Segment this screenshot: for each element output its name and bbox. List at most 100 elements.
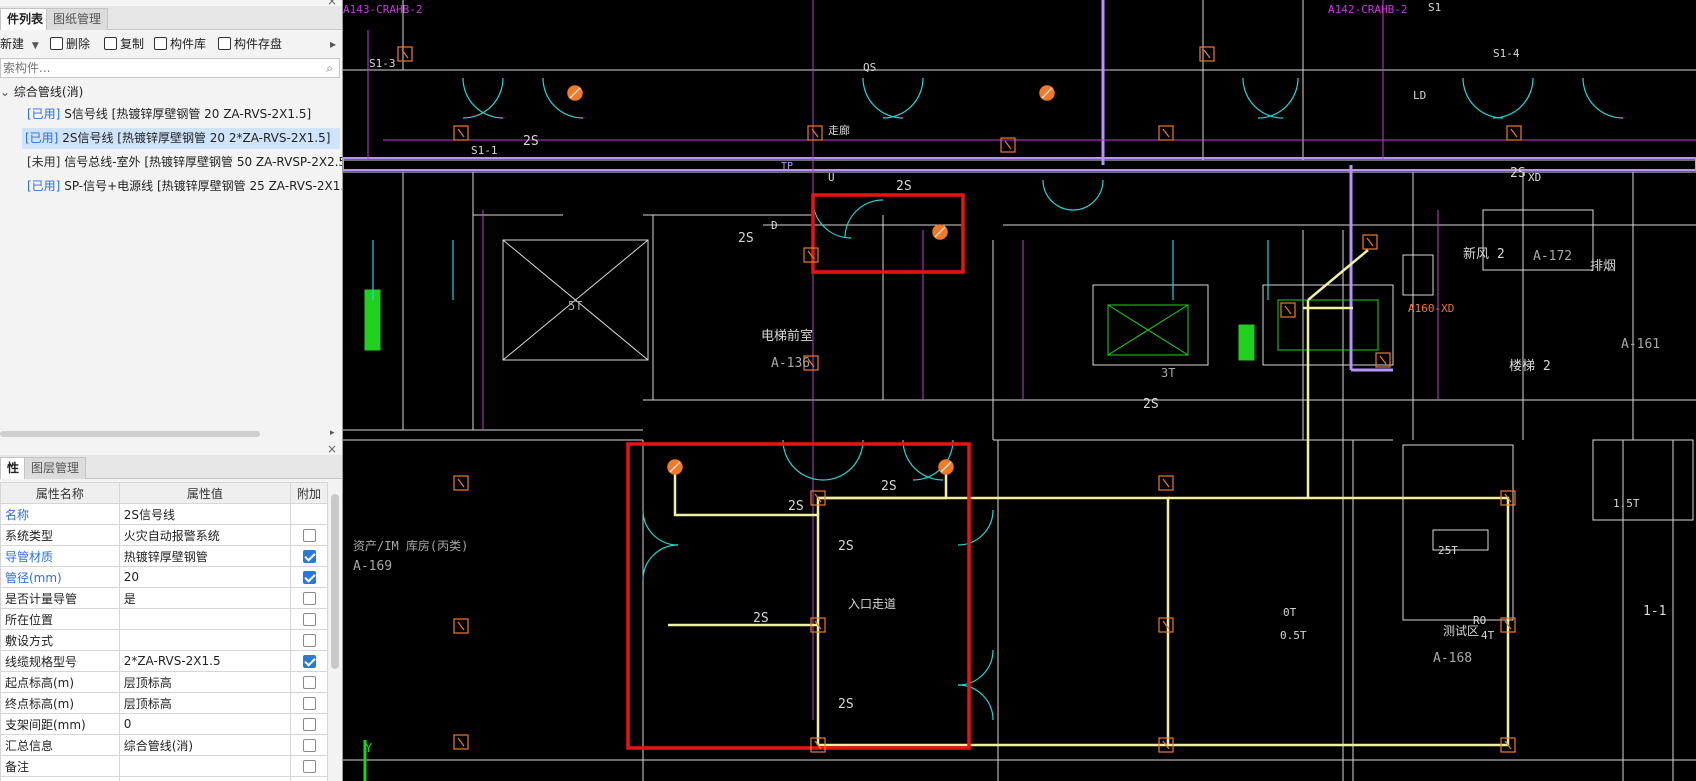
property-value[interactable]: 火灾自动报警系统 bbox=[118, 524, 292, 546]
property-value[interactable]: 层顶标高 bbox=[118, 692, 292, 714]
cad-label: 25T bbox=[1438, 544, 1458, 557]
attach-checkbox[interactable] bbox=[302, 718, 316, 731]
property-value[interactable]: 0 bbox=[118, 713, 292, 735]
attach-checkbox[interactable] bbox=[302, 571, 316, 584]
more-icon[interactable]: ▸ bbox=[330, 34, 336, 54]
highlight-box bbox=[626, 442, 971, 750]
new-button[interactable]: 新建 ▼ bbox=[0, 34, 39, 54]
attach-cell bbox=[290, 713, 328, 735]
property-table: 属性名称 属性值 附加 名称 2S信号线 系统类型 火灾自动报警系统 导管材质 热镀锌厚壁… bbox=[0, 482, 328, 781]
property-row[interactable]: 支架间距(mm) 0 bbox=[0, 713, 328, 735]
cad-drawing[interactable] bbox=[343, 0, 1696, 781]
cad-label: 新风 2 bbox=[1463, 247, 1505, 262]
attach-checkbox[interactable] bbox=[302, 613, 316, 626]
cad-label: A-168 bbox=[1433, 651, 1473, 666]
door-arc bbox=[902, 439, 944, 481]
component-save-button[interactable]: 构件存盘 bbox=[218, 34, 282, 54]
property-value[interactable]: 20 bbox=[118, 566, 292, 588]
tab-component-list[interactable]: 件列表 bbox=[0, 8, 51, 30]
property-value[interactable] bbox=[118, 608, 292, 630]
cad-label: 入口走道 bbox=[848, 597, 897, 611]
property-value[interactable]: 2S信号线 bbox=[118, 503, 292, 525]
property-row[interactable]: 计算 bbox=[0, 776, 328, 781]
close-icon[interactable]: × bbox=[326, 0, 338, 7]
cad-label: XD bbox=[1528, 171, 1542, 184]
pipe-run-yellow bbox=[1307, 249, 1369, 301]
cad-label-2s: 2S bbox=[1510, 166, 1526, 181]
dropdown-arrow-icon[interactable]: ▼ bbox=[32, 41, 39, 51]
cad-drawing-canvas[interactable]: A143-CRAHB-2 A142-CRAHB-2 S1-3 S1-1 S1-4 S1 QS… bbox=[343, 0, 1696, 781]
attach-checkbox[interactable] bbox=[302, 697, 316, 710]
vertical-scrollbar[interactable] bbox=[331, 494, 339, 669]
attach-checkbox[interactable] bbox=[302, 634, 316, 647]
tab-layer-management[interactable]: 图层管理 bbox=[24, 457, 87, 479]
property-row[interactable]: 所在位置 bbox=[0, 608, 328, 630]
attach-cell bbox=[290, 671, 328, 693]
smoke-detector-icon bbox=[457, 478, 465, 488]
attach-checkbox[interactable] bbox=[302, 655, 316, 668]
delete-button[interactable]: 删除 bbox=[50, 34, 90, 54]
property-row[interactable]: 起点标高(m) 层顶标高 bbox=[0, 671, 328, 693]
smoke-detector-icon bbox=[1162, 478, 1170, 488]
cad-label: A143-CRAHB-2 bbox=[343, 3, 423, 16]
tree-item-label: SP-信号+电源线 [热镀锌厚壁钢管 25 ZA-RVS-2X1.5 bbox=[64, 179, 343, 193]
cad-label: 排烟 bbox=[1590, 259, 1617, 274]
property-name: 线缆规格型号 bbox=[0, 650, 120, 672]
save-icon bbox=[218, 37, 231, 50]
door-arc bbox=[782, 439, 824, 481]
property-row[interactable]: 终点标高(m) 层顶标高 bbox=[0, 692, 328, 714]
tree-item[interactable]: [未用] 信号总线-室外 [热镀锌厚壁钢管 50 ZA-RVSP-2X2.5 bbox=[24, 152, 343, 173]
attach-checkbox[interactable] bbox=[302, 676, 316, 689]
tree-item[interactable]: [已用] S信号线 [热镀锌厚壁钢管 20 ZA-RVS-2X1.5] bbox=[24, 104, 314, 125]
cad-label: 4T bbox=[1481, 629, 1495, 642]
attach-checkbox[interactable] bbox=[302, 760, 316, 773]
tab-drawing-management[interactable]: 图纸管理 bbox=[46, 8, 109, 30]
tree-root[interactable]: ⌄ 综合管线(消) bbox=[0, 82, 83, 102]
property-row[interactable]: 管径(mm) 20 bbox=[0, 566, 328, 588]
cad-label-2s: 2S bbox=[881, 479, 897, 494]
collapse-icon[interactable]: ⌄ bbox=[0, 85, 10, 99]
property-value[interactable]: 综合管线(消) bbox=[118, 734, 292, 756]
door-arc bbox=[1242, 77, 1284, 119]
property-row[interactable]: 导管材质 热镀锌厚壁钢管 bbox=[0, 545, 328, 567]
property-row[interactable]: 线缆规格型号 2*ZA-RVS-2X1.5 bbox=[0, 650, 328, 672]
property-row[interactable]: 名称 2S信号线 bbox=[0, 503, 328, 525]
scroll-right-icon[interactable]: ▸ bbox=[330, 428, 335, 438]
property-value[interactable]: 层顶标高 bbox=[118, 671, 292, 693]
attach-checkbox[interactable] bbox=[302, 592, 316, 605]
close-icon[interactable]: × bbox=[326, 443, 338, 455]
smoke-detector-icon bbox=[1510, 128, 1518, 138]
door-arc bbox=[957, 684, 994, 721]
property-value[interactable] bbox=[118, 755, 292, 777]
component-library-button[interactable]: 构件库 bbox=[154, 34, 206, 54]
attach-cell bbox=[290, 587, 328, 609]
attach-cell bbox=[290, 776, 328, 781]
cad-label: 2S bbox=[523, 134, 539, 149]
copy-icon bbox=[104, 37, 117, 50]
attach-checkbox[interactable] bbox=[302, 739, 316, 752]
tree-item-selected[interactable]: [已用] 2S信号线 [热镀锌厚壁钢管 20 2*ZA-RVS-2X1.5] bbox=[22, 128, 340, 149]
property-value[interactable]: 2*ZA-RVS-2X1.5 bbox=[118, 650, 292, 672]
cad-label: 1-1 bbox=[1643, 604, 1667, 619]
horizontal-scrollbar[interactable] bbox=[0, 431, 260, 437]
cad-label: Y bbox=[365, 741, 373, 755]
search-input[interactable] bbox=[1, 59, 316, 77]
property-value[interactable] bbox=[118, 629, 292, 651]
property-row[interactable]: 是否计量导管是 bbox=[0, 587, 328, 609]
copy-button[interactable]: 复制 bbox=[104, 34, 144, 54]
trash-icon bbox=[50, 37, 63, 50]
attach-checkbox[interactable] bbox=[302, 550, 316, 563]
property-value[interactable]: 是 bbox=[118, 587, 292, 609]
tree-item-label: 信号总线-室外 [热镀锌厚壁钢管 50 ZA-RVSP-2X2.5 bbox=[64, 155, 343, 169]
property-value[interactable]: 热镀锌厚壁钢管 bbox=[118, 545, 292, 567]
property-row[interactable]: 敷设方式 bbox=[0, 629, 328, 651]
property-value[interactable] bbox=[118, 776, 292, 781]
property-row[interactable]: 系统类型 火灾自动报警系统 bbox=[0, 524, 328, 546]
tab-properties[interactable]: 性 bbox=[0, 457, 27, 479]
tree-item[interactable]: [已用] SP-信号+电源线 [热镀锌厚壁钢管 25 ZA-RVS-2X1.5 bbox=[24, 176, 343, 197]
search-icon[interactable]: ⌕ bbox=[326, 61, 333, 76]
property-row[interactable]: 汇总信息 综合管线(消) bbox=[0, 734, 328, 756]
property-row[interactable]: 备注 bbox=[0, 755, 328, 777]
attach-checkbox[interactable] bbox=[302, 529, 316, 542]
door-arc bbox=[882, 77, 924, 119]
